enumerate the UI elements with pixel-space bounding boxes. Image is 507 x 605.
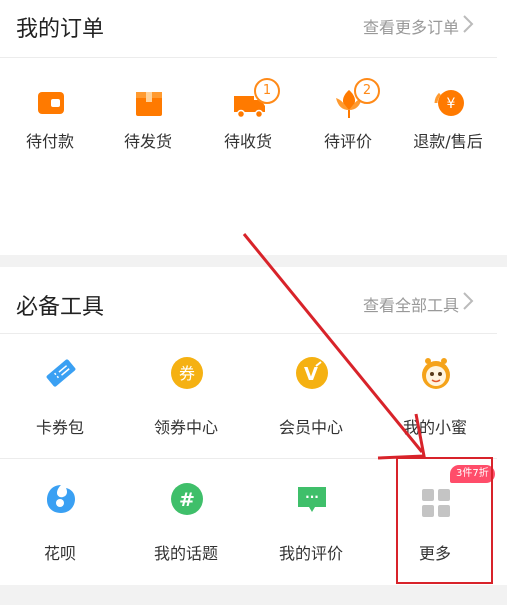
bee-assistant-icon <box>422 358 450 389</box>
highlight-box <box>396 457 493 584</box>
tool-label: 我的评价 <box>278 544 343 563</box>
topic-icon: # <box>171 483 203 515</box>
tool-huabei[interactable]: 花呗 <box>10 482 110 572</box>
view-all-orders-link[interactable]: 查看更多订单 <box>363 14 459 38</box>
vip-icon: V <box>296 357 328 389</box>
ticket-icon <box>46 359 76 387</box>
svg-text:#: # <box>179 489 195 511</box>
view-all-tools-link[interactable]: 查看全部工具 <box>363 292 459 316</box>
tool-label: 卡券包 <box>35 418 84 437</box>
orders-section: 我的订单 查看更多订单 待付款 待发货 1 待收货 2 待评价 ¥ 退款/售后 <box>0 0 497 172</box>
coupon-center-icon: 券 <box>171 357 203 389</box>
svg-text:券: 券 <box>179 364 195 383</box>
order-refund-aftersale[interactable]: ¥ 退款/售后 <box>398 80 498 160</box>
order-label: 待付款 <box>25 132 74 151</box>
tool-card-wallet[interactable]: 卡券包 <box>10 356 110 446</box>
tool-my-assistant[interactable]: 我的小蜜 <box>385 356 485 446</box>
svg-text:···: ··· <box>305 490 319 504</box>
order-pending-receipt[interactable]: 1 待收货 <box>198 78 298 160</box>
tool-label: 会员中心 <box>278 418 343 437</box>
svg-text:V: V <box>304 364 318 385</box>
tools-header: 必备工具 查看全部工具 <box>0 267 497 320</box>
tool-label: 花呗 <box>43 544 76 563</box>
huabei-icon <box>47 485 75 513</box>
count-badge: 2 <box>354 78 380 104</box>
tool-my-reviews[interactable]: ··· 我的评价 <box>261 482 361 572</box>
tool-label: 领券中心 <box>153 418 218 437</box>
order-label: 待发货 <box>123 132 172 151</box>
orders-header: 我的订单 查看更多订单 <box>0 0 497 52</box>
tool-label: 我的话题 <box>153 544 218 563</box>
order-pending-shipment[interactable]: 待发货 <box>98 80 198 160</box>
tool-label: 我的小蜜 <box>402 418 467 437</box>
section-gap <box>0 255 507 267</box>
review-icon: ··· <box>298 487 326 512</box>
tools-title: 必备工具 <box>16 295 105 320</box>
count-badge: 1 <box>254 78 280 104</box>
refund-icon: ¥ <box>434 90 464 116</box>
package-icon <box>136 92 162 116</box>
order-pending-review[interactable]: 2 待评价 <box>298 78 398 160</box>
chevron-right-icon[interactable] <box>459 289 477 313</box>
tool-coupon-center[interactable]: 券 领券中心 <box>136 356 236 446</box>
order-label: 退款/售后 <box>413 132 483 151</box>
section-gap <box>0 585 507 605</box>
divider <box>0 57 497 58</box>
tool-my-topics[interactable]: # 我的话题 <box>136 482 236 572</box>
tool-vip-center[interactable]: V 会员中心 <box>261 356 361 446</box>
wallet-icon <box>38 92 64 114</box>
chevron-right-icon[interactable] <box>459 12 477 36</box>
orders-title: 我的订单 <box>16 17 105 42</box>
order-label: 待评价 <box>323 132 372 151</box>
order-pending-payment[interactable]: 待付款 <box>0 80 100 160</box>
divider <box>0 333 497 334</box>
svg-text:¥: ¥ <box>447 96 456 112</box>
order-label: 待收货 <box>223 132 272 151</box>
